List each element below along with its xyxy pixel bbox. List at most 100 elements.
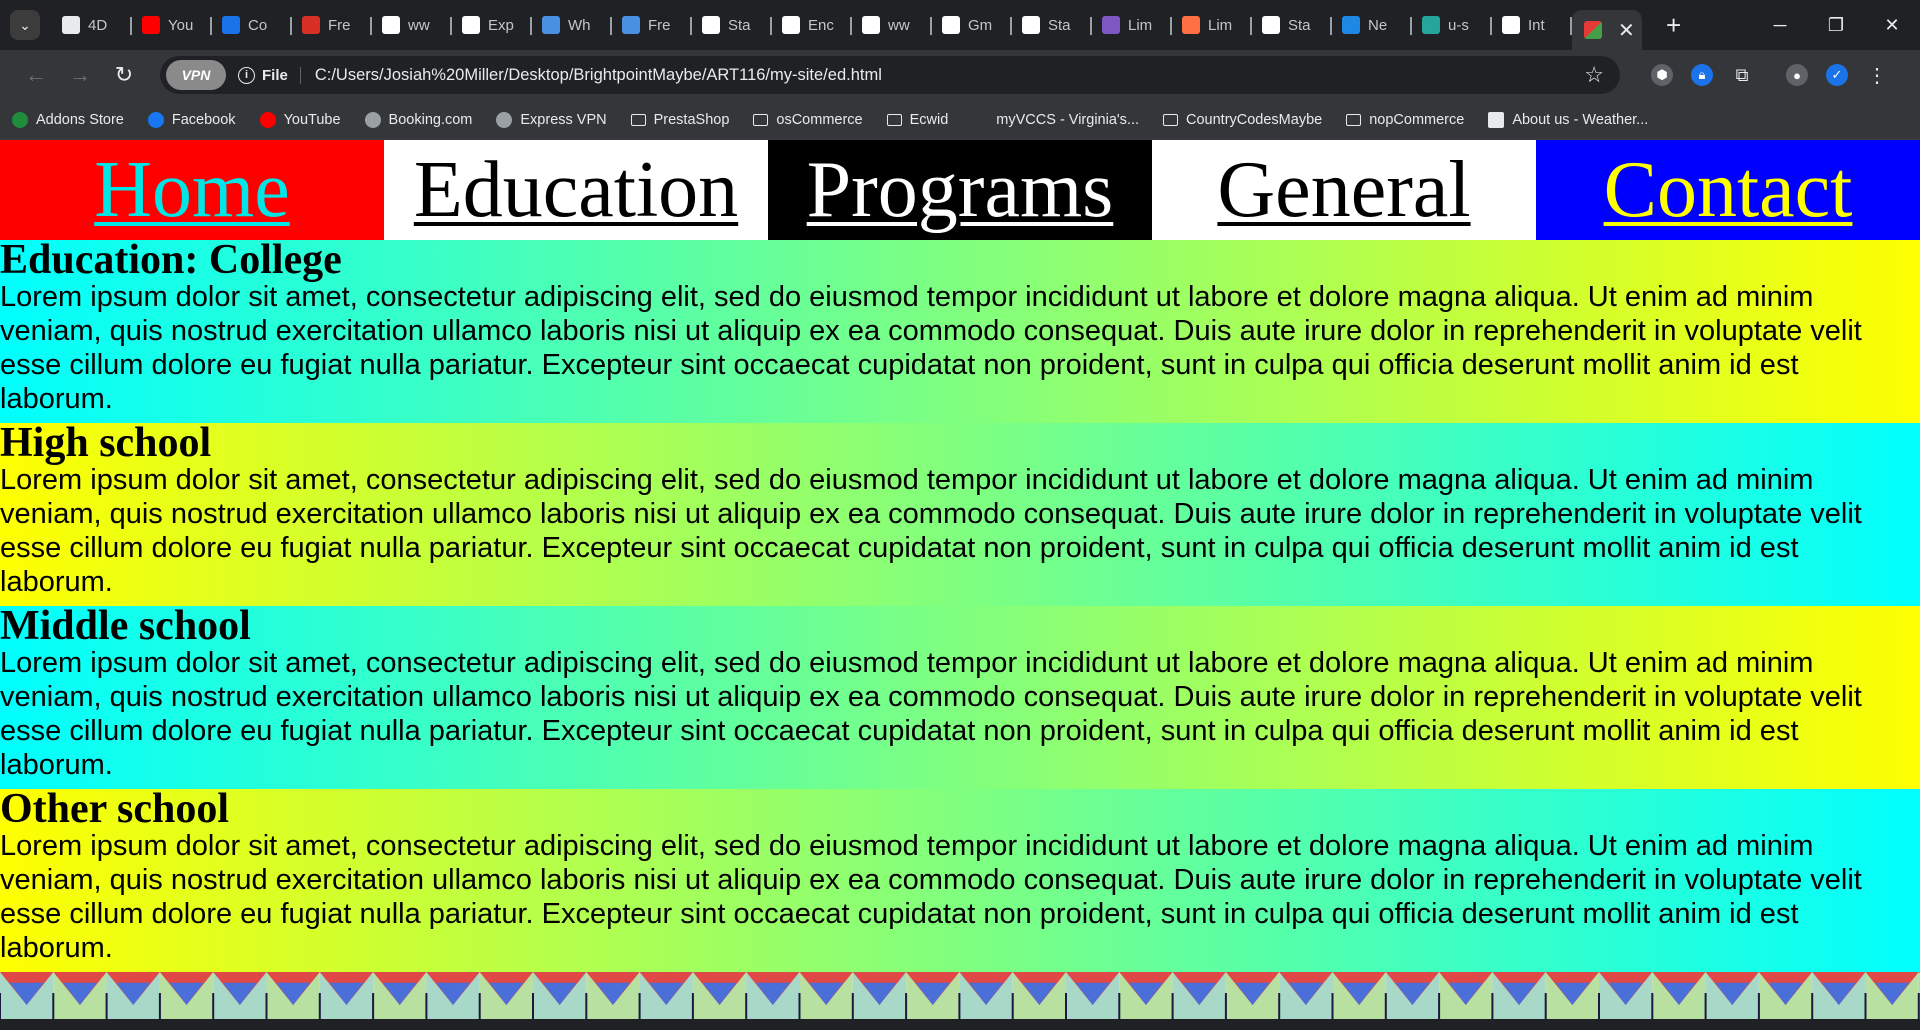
diamond-tile [1278,972,1333,1019]
nav-programs-link[interactable]: Programs [768,140,1152,240]
diamond-tile [1171,972,1226,1019]
bookmark-label: CountryCodesMaybe [1186,111,1323,128]
google-icon [942,16,960,34]
browser-tab[interactable]: Lim [1092,7,1172,43]
browser-tab[interactable]: You [132,7,212,43]
tab-list: 4D You Co Fre ww Exp Wh Fre Sta Enc ww Gm Sta Lim Lim S… [52,0,1572,50]
browser-tab[interactable]: ww [852,7,932,43]
youtube-icon [259,111,276,128]
browser-tab[interactable]: Gm [932,7,1012,43]
tab-title: Sta [1048,16,1071,34]
close-window-button[interactable]: ✕ [1864,0,1920,50]
diamond-tile [1864,972,1919,1019]
bookmark-item[interactable]: osCommerce [753,111,863,128]
browser-tab[interactable]: Int [1492,7,1572,43]
browser-tab[interactable]: Sta [1252,7,1332,43]
nav-general-link[interactable]: General [1152,140,1536,240]
4d-icon [62,16,80,34]
tab-search-button[interactable]: ⌄ [10,10,40,40]
menu-icon[interactable]: ⋮ [1866,64,1888,87]
browser-tab[interactable]: Ne [1332,7,1412,43]
nav-contact-link[interactable]: Contact [1536,140,1920,240]
bookmark-label: osCommerce [776,111,863,128]
extension-puzzle-badge-icon[interactable]: ⬢ [1651,64,1673,86]
bookmark-item[interactable]: PrestaShop [630,111,730,128]
extensions-icon[interactable]: ⧉ [1731,64,1753,86]
browser-tab[interactable]: Enc [772,7,852,43]
globe-icon [364,111,381,128]
url-text[interactable]: C:/Users/Josiah%20Miller/Desktop/Brightp… [315,66,882,85]
forward-button[interactable]: → [58,62,102,88]
bookmark-item[interactable]: About us - Weather... [1488,111,1648,128]
globe-icon [496,111,513,128]
tab-title: Exp [488,16,514,34]
tab-title: 4D [88,16,108,34]
address-bar[interactable]: VPN i File C:/Users/Josiah%20Miller/Desk… [160,56,1620,94]
minimize-button[interactable]: ─ [1752,0,1808,50]
browser-tab[interactable]: ww [372,7,452,43]
diamond-tile [425,972,480,1019]
tab-title: You [168,16,194,34]
nav-home-link[interactable]: Home [0,140,384,240]
browser-tab[interactable]: Fre [292,7,372,43]
diamond-tile [691,972,747,1019]
browser-tab[interactable]: 4D [52,7,132,43]
bookmark-item[interactable]: Express VPN [496,111,607,128]
section-body: Lorem ipsum dolor sit amet, consectetur … [0,281,1862,415]
bookmark-item[interactable]: Ecwid [886,112,948,128]
section-body: Lorem ipsum dolor sit amet, consectetur … [0,647,1862,781]
browser-tab[interactable]: Wh [532,7,612,43]
bookmark-label: Facebook [171,111,236,128]
calendar-icon [222,16,240,34]
bookmark-item[interactable]: Booking.com [364,111,472,128]
nav-education-link[interactable]: Education [384,140,768,240]
diamond-tile [1118,972,1173,1019]
browser-tab[interactable]: Co [212,7,292,43]
active-tab[interactable]: ✕ [1572,10,1642,50]
bookmark-item[interactable]: Facebook [147,111,236,128]
bookmark-label: nopCommerce [1369,111,1465,128]
section-high-school: High school Lorem ipsum dolor sit amet, … [0,423,1920,606]
vpn-button[interactable]: VPN [166,60,226,90]
reload-button[interactable]: ↻ [102,62,146,88]
bookmark-item[interactable]: YouTube [259,111,341,128]
diamond-tile [1331,972,1386,1019]
store-icon [302,16,320,34]
folder-icon [886,113,902,126]
bookmark-item[interactable]: Addons Store [12,111,124,128]
chevron-down-icon: ⌄ [19,16,31,33]
verified-shield-icon[interactable]: ✓ [1826,64,1848,86]
section-college: Education: College Lorem ipsum dolor sit… [0,240,1920,423]
tab-title: Lim [1128,16,1153,34]
bookmark-label: Express VPN [520,111,607,128]
diamond-tile [318,972,374,1019]
back-button[interactable]: ← [14,62,58,88]
browser-tab[interactable]: Lim [1172,7,1252,43]
bookmark-item[interactable]: myVCCS - Virginia's... [972,111,1139,128]
tab-title: Enc [808,16,834,34]
new-tab-button[interactable]: + [1666,10,1681,41]
diamond-tile [1384,972,1440,1019]
restore-button[interactable]: ❐ [1808,0,1864,50]
bookmark-item[interactable]: nopCommerce [1346,112,1464,128]
browser-tab[interactable]: Sta [692,7,772,43]
shield-lock-icon[interactable]: 🔒︎ [1691,64,1713,86]
bookmark-label: Addons Store [36,111,124,128]
profile-icon[interactable]: ● [1786,64,1808,86]
tab-strip: ⌄ 4D You Co Fre ww Exp Wh Fre Sta Enc ww Gm Sta Lim Li… [0,0,1920,50]
folder-icon [753,113,769,126]
browser-tab[interactable]: Sta [1012,7,1092,43]
bookmark-label: PrestaShop [653,111,730,128]
addons-icon [12,111,28,128]
browser-tab[interactable]: Exp [452,7,532,43]
browser-tab[interactable]: Fre [612,7,692,43]
site-info-chip[interactable]: i File [238,66,301,84]
close-tab-icon[interactable]: ✕ [1618,18,1635,43]
bookmark-star-icon[interactable]: ☆ [1584,62,1604,88]
diamond-tile [905,972,960,1019]
github-icon [782,16,800,34]
browser-tab[interactable]: u-s [1412,7,1492,43]
bookmark-item[interactable]: CountryCodesMaybe [1163,112,1322,128]
bookmarks-bar: Addons Store Facebook YouTube Booking.com Ex… [0,100,1920,140]
search-icon [382,16,400,34]
